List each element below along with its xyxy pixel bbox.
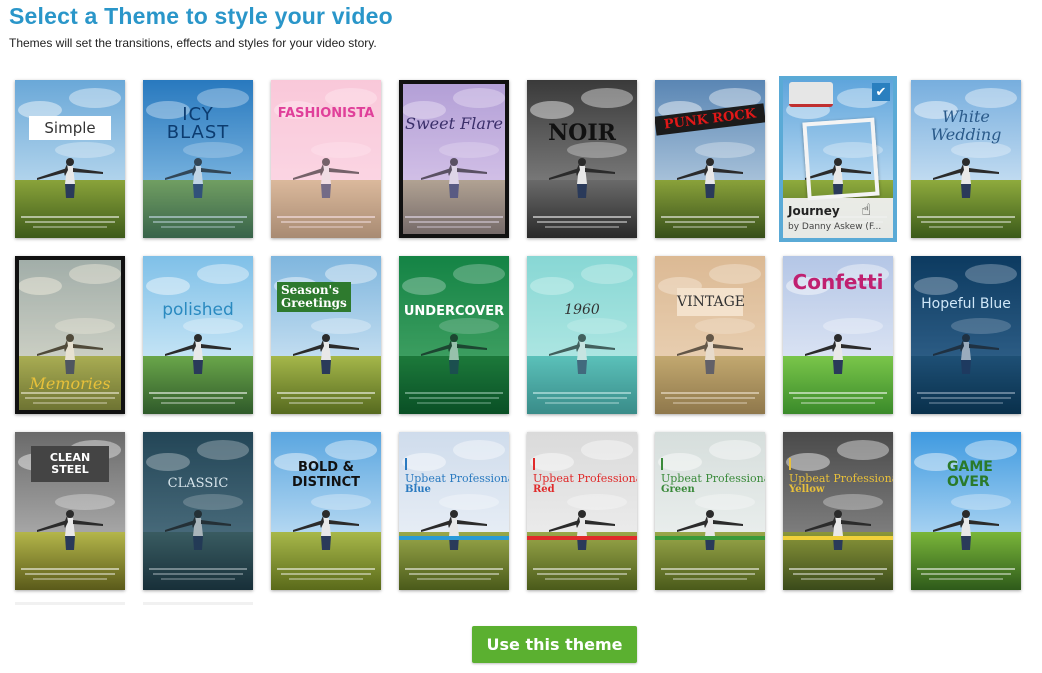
theme-thumbnail (911, 80, 1021, 238)
theme-caption-name: Journey (788, 204, 840, 218)
accent-stripe (783, 536, 893, 540)
theme-card-17[interactable]: CLEAN STEEL (15, 432, 125, 590)
theme-card-6[interactable]: PUNK ROCK (655, 80, 765, 238)
theme-card-10[interactable]: polished (143, 256, 253, 414)
theme-caption-author: by Danny Askew (F... (788, 222, 882, 232)
theme-title-line2: Red (533, 484, 555, 495)
theme-thumbnail (527, 80, 637, 238)
use-this-theme-button[interactable]: Use this theme (472, 626, 637, 663)
theme-card-19[interactable]: BOLD & DISTINCT (271, 432, 381, 590)
theme-thumbnail (527, 256, 637, 414)
theme-thumbnail (527, 432, 637, 590)
theme-title-label: Simple (29, 116, 111, 140)
theme-card-5[interactable]: NOIR (527, 80, 637, 238)
theme-card-8[interactable]: White Wedding (911, 80, 1021, 238)
page-title: Select a Theme to style your video (9, 3, 393, 29)
theme-thumbnail (143, 432, 253, 590)
theme-card-22[interactable]: Upbeat Professional Green (655, 432, 765, 590)
theme-title-label: NOIR (548, 120, 616, 146)
theme-grid: Simple ICY BLAST FASHIONISTA Sweet Flare… (15, 80, 1025, 605)
theme-thumbnail (655, 432, 765, 590)
theme-card-20[interactable]: Upbeat Professional Blue (399, 432, 509, 590)
hand-cursor-icon: ☝ (861, 202, 871, 219)
accent-bar (789, 458, 791, 470)
selected-check-icon: ✔ (872, 83, 890, 101)
accent-stripe (655, 536, 765, 540)
accent-stripe (527, 536, 637, 540)
theme-caption: Journey by Danny Askew (F... (783, 198, 893, 238)
accent-bar (405, 458, 407, 470)
theme-card-24[interactable]: GAME OVER (911, 432, 1021, 590)
theme-thumbnail (655, 80, 765, 238)
theme-card-15[interactable]: Confetti (783, 256, 893, 414)
theme-title-label: CLEAN STEEL (31, 446, 109, 482)
theme-title-line2: Blue (405, 484, 431, 495)
theme-title-label: ICY BLAST (166, 104, 230, 143)
theme-thumbnail (911, 432, 1021, 590)
empty-slot-strip (15, 602, 125, 605)
theme-title-label: polished (162, 300, 234, 320)
theme-thumbnail (271, 256, 381, 414)
theme-card-13[interactable]: 1960 (527, 256, 637, 414)
empty-slot-strip (143, 602, 253, 605)
polaroid-frame (802, 117, 880, 201)
theme-card-7[interactable]: ✔ Journey by Danny Askew (F... ☝ (783, 80, 893, 238)
theme-card-16[interactable]: Hopeful Blue (911, 256, 1021, 414)
theme-thumbnail (271, 432, 381, 590)
theme-title-line2: Yellow (789, 484, 825, 495)
theme-card-14[interactable]: VINTAGE (655, 256, 765, 414)
theme-thumbnail (399, 80, 509, 238)
theme-thumbnail (271, 80, 381, 238)
camera-graphic (789, 82, 833, 107)
theme-thumbnail (655, 256, 765, 414)
theme-title-label: UNDERCOVER (403, 304, 505, 319)
theme-card-18[interactable]: CLASSIC (143, 432, 253, 590)
theme-card-23[interactable]: Upbeat Professional Yellow (783, 432, 893, 590)
theme-title-label: Hopeful Blue (921, 296, 1011, 312)
theme-title-label: GAME OVER (947, 459, 993, 490)
theme-thumbnail (911, 256, 1021, 414)
theme-card-3[interactable]: FASHIONISTA (271, 80, 381, 238)
theme-card-12[interactable]: UNDERCOVER (399, 256, 509, 414)
theme-card-11[interactable]: Season's Greetings (271, 256, 381, 414)
accent-bar (533, 458, 535, 470)
theme-title-label: 1960 (564, 302, 600, 318)
theme-thumbnail (143, 256, 253, 414)
theme-title-label: CLASSIC (167, 476, 229, 491)
accent-stripe (399, 536, 509, 540)
theme-thumbnail (399, 432, 509, 590)
theme-title-label: Confetti (792, 270, 884, 294)
theme-thumbnail (783, 432, 893, 590)
accent-bar (661, 458, 663, 470)
theme-title-line2: Green (661, 484, 695, 495)
theme-thumbnail (399, 256, 509, 414)
theme-title-label: VINTAGE (677, 288, 745, 316)
theme-title-label: FASHIONISTA (277, 106, 375, 121)
theme-card-4[interactable]: Sweet Flare (399, 80, 509, 238)
theme-card-1[interactable]: Simple (15, 80, 125, 238)
theme-title-label: Sweet Flare (405, 114, 503, 133)
theme-title-label: White Wedding (930, 107, 1002, 144)
theme-title-label: BOLD & DISTINCT (292, 460, 360, 490)
theme-card-9[interactable]: Memories (15, 256, 125, 414)
theme-card-21[interactable]: Upbeat Professional Red (527, 432, 637, 590)
theme-title-label: Season's Greetings (277, 282, 351, 312)
theme-title-label: Memories (29, 374, 111, 393)
theme-card-2[interactable]: ICY BLAST (143, 80, 253, 238)
page-subtitle: Themes will set the transitions, effects… (9, 36, 377, 50)
theme-thumbnail (15, 80, 125, 238)
